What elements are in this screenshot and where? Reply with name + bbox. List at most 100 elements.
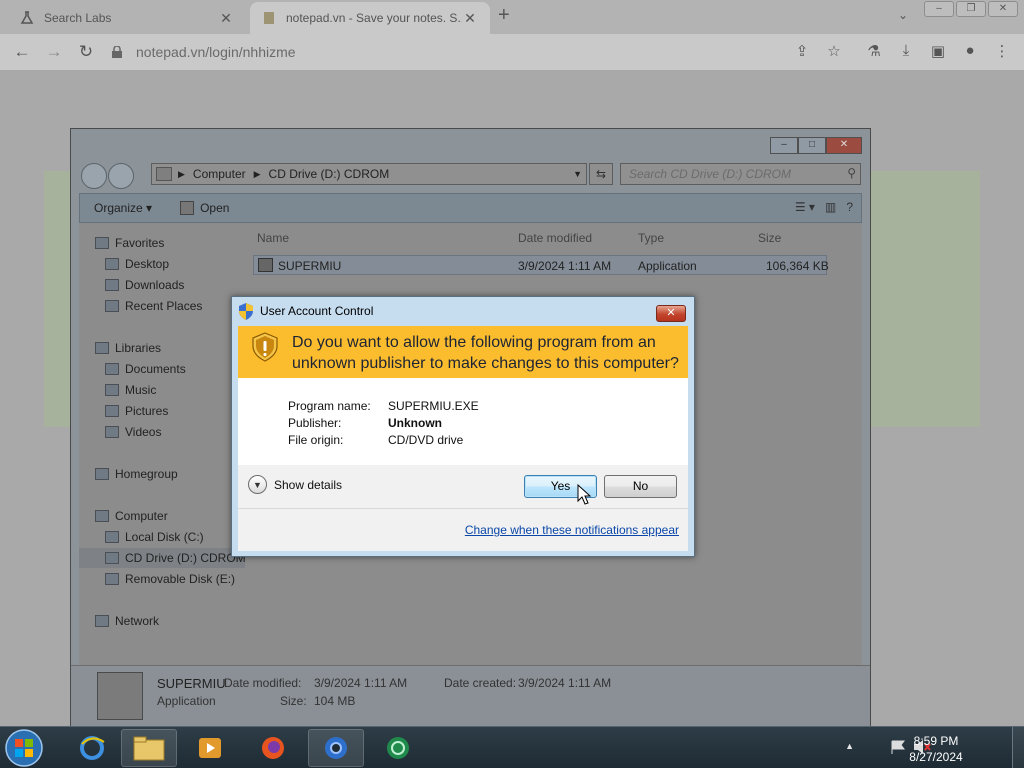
media-player-icon: [199, 738, 221, 758]
nav-label: Desktop: [125, 257, 170, 271]
navigation-pane: Favorites Desktop Downloads Recent Place…: [79, 223, 245, 665]
nav-label: Network: [115, 614, 160, 628]
no-button[interactable]: No: [604, 475, 677, 498]
open-button[interactable]: Open: [166, 201, 243, 215]
open-icon: [180, 201, 195, 215]
taskbar-media-player[interactable]: [182, 729, 238, 767]
close-button[interactable]: ✕: [988, 1, 1018, 17]
clock[interactable]: 8:59 PM 8/27/2024: [904, 733, 968, 765]
maximize-button[interactable]: □: [798, 137, 826, 154]
tab-search-labs[interactable]: Search Labs ✕: [8, 2, 246, 34]
nav-label: Homegroup: [115, 467, 178, 481]
back-arrow-icon[interactable]: ←: [12, 42, 32, 62]
column-type[interactable]: Type: [638, 231, 664, 245]
lock-icon: [112, 46, 122, 58]
nav-cd-drive[interactable]: CD Drive (D:) CDROM: [79, 548, 245, 568]
network-icon: [95, 615, 109, 627]
computer-icon: [95, 510, 109, 522]
menu-kebab-icon[interactable]: ⋮: [992, 42, 1012, 62]
column-name[interactable]: Name: [257, 231, 289, 245]
details-size: 104 MB: [314, 694, 356, 708]
preview-pane-icon[interactable]: ▥: [825, 200, 836, 214]
removable-disk-icon: [105, 573, 119, 585]
nav-music[interactable]: Music: [105, 380, 156, 400]
nav-desktop[interactable]: Desktop: [105, 254, 169, 274]
nav-libraries[interactable]: Libraries: [95, 338, 161, 358]
details-created-label: Date created:: [444, 676, 517, 690]
profile-avatar-icon[interactable]: ●: [960, 42, 980, 62]
tab-strip: Search Labs ✕ notepad.vn - Save your not…: [0, 0, 1024, 34]
taskbar-internet-explorer[interactable]: [64, 729, 120, 767]
clock-time: 8:59 PM: [913, 734, 959, 748]
reload-icon[interactable]: ↻: [76, 42, 96, 62]
taskbar-firefox[interactable]: [245, 729, 301, 767]
column-size[interactable]: Size: [758, 231, 781, 245]
tab-close-icon[interactable]: ✕: [462, 10, 478, 27]
labs-flask-icon[interactable]: ⚗: [864, 42, 884, 62]
new-tab-button[interactable]: +: [498, 4, 510, 27]
tab-search-chevron-icon[interactable]: ⌄: [898, 8, 908, 22]
address-dropdown-icon[interactable]: ▼: [573, 169, 582, 179]
breadcrumb-cd-drive[interactable]: CD Drive (D:) CDROM: [269, 167, 390, 181]
minimize-button[interactable]: –: [924, 1, 954, 17]
download-icon[interactable]: ⤓: [896, 42, 916, 62]
help-icon[interactable]: ?: [846, 200, 853, 214]
cd-drive-icon: [105, 552, 119, 564]
minimize-button[interactable]: –: [770, 137, 798, 154]
nav-local-disk[interactable]: Local Disk (C:): [105, 527, 204, 547]
recent-places-icon: [105, 300, 119, 312]
organize-button[interactable]: Organize ▾: [80, 201, 166, 215]
nav-network[interactable]: Network: [95, 611, 159, 631]
uac-dialog: User Account Control ✕ Do you want to al…: [231, 296, 695, 557]
nav-downloads[interactable]: Downloads: [105, 275, 184, 295]
start-button[interactable]: [4, 728, 44, 768]
taskbar-windows-explorer[interactable]: [121, 729, 177, 767]
tab-title: Search Labs: [44, 11, 112, 25]
close-button[interactable]: ✕: [826, 137, 862, 154]
view-options-icon[interactable]: ☰ ▾: [795, 200, 815, 214]
music-icon: [105, 384, 119, 396]
nav-homegroup[interactable]: Homegroup: [95, 464, 178, 484]
show-desktop-button[interactable]: [1012, 727, 1024, 768]
breadcrumb-separator-icon: ▶: [178, 168, 185, 179]
internet-explorer-icon: [80, 736, 105, 760]
browser-window-controls: – ❐ ✕: [924, 1, 1018, 17]
tab-notepad[interactable]: notepad.vn - Save your notes. S... ✕: [250, 2, 490, 34]
nav-documents[interactable]: Documents: [105, 359, 186, 379]
tab-close-icon[interactable]: ✕: [218, 10, 234, 27]
close-button[interactable]: ✕: [656, 305, 686, 322]
forward-button[interactable]: [108, 163, 134, 189]
column-date-modified[interactable]: Date modified: [518, 231, 592, 245]
restore-button[interactable]: ❐: [956, 1, 986, 17]
nav-favorites[interactable]: Favorites: [95, 233, 164, 253]
bookmark-star-icon[interactable]: ☆: [824, 42, 844, 62]
taskbar-app[interactable]: [370, 729, 426, 767]
nav-removable-disk[interactable]: Removable Disk (E:): [105, 569, 235, 589]
tray-expand-icon[interactable]: ▲: [845, 741, 854, 751]
share-icon[interactable]: ⇪: [792, 42, 812, 62]
file-row[interactable]: SUPERMIU 3/9/2024 1:11 AM Application 10…: [253, 255, 829, 275]
back-forward-buttons: [81, 163, 135, 189]
change-notifications-link[interactable]: Change when these notifications appear: [465, 523, 679, 537]
taskbar: ▲ 8:59 PM 8/27/2024: [0, 726, 1024, 768]
address-bar[interactable]: notepad.vn/login/nhhizme: [112, 38, 812, 66]
refresh-button[interactable]: ⇆: [589, 163, 613, 185]
publisher-value: Unknown: [388, 416, 442, 430]
taskbar-chrome[interactable]: [308, 729, 364, 767]
nav-videos[interactable]: Videos: [105, 422, 161, 442]
nav-pictures[interactable]: Pictures: [105, 401, 168, 421]
back-button[interactable]: [81, 163, 107, 189]
column-headers: Name Date modified Type Size: [255, 229, 862, 251]
search-input[interactable]: Search CD Drive (D:) CDROM ⚲: [620, 163, 861, 185]
forward-arrow-icon[interactable]: →: [44, 42, 64, 62]
side-panel-icon[interactable]: ▣: [928, 42, 948, 62]
details-created: 3/9/2024 1:11 AM: [518, 676, 612, 690]
nav-recent-places[interactable]: Recent Places: [105, 296, 202, 316]
chrome-icon: [325, 737, 347, 759]
nav-label: Libraries: [115, 341, 162, 355]
breadcrumb-computer[interactable]: Computer: [193, 167, 246, 181]
uac-question-line1: Do you want to allow the following progr…: [292, 334, 656, 351]
show-details-toggle[interactable]: ▼ Show details: [248, 475, 342, 494]
address-breadcrumb[interactable]: ▶ Computer ▶ CD Drive (D:) CDROM ▼: [151, 163, 587, 185]
nav-computer[interactable]: Computer: [95, 506, 168, 526]
